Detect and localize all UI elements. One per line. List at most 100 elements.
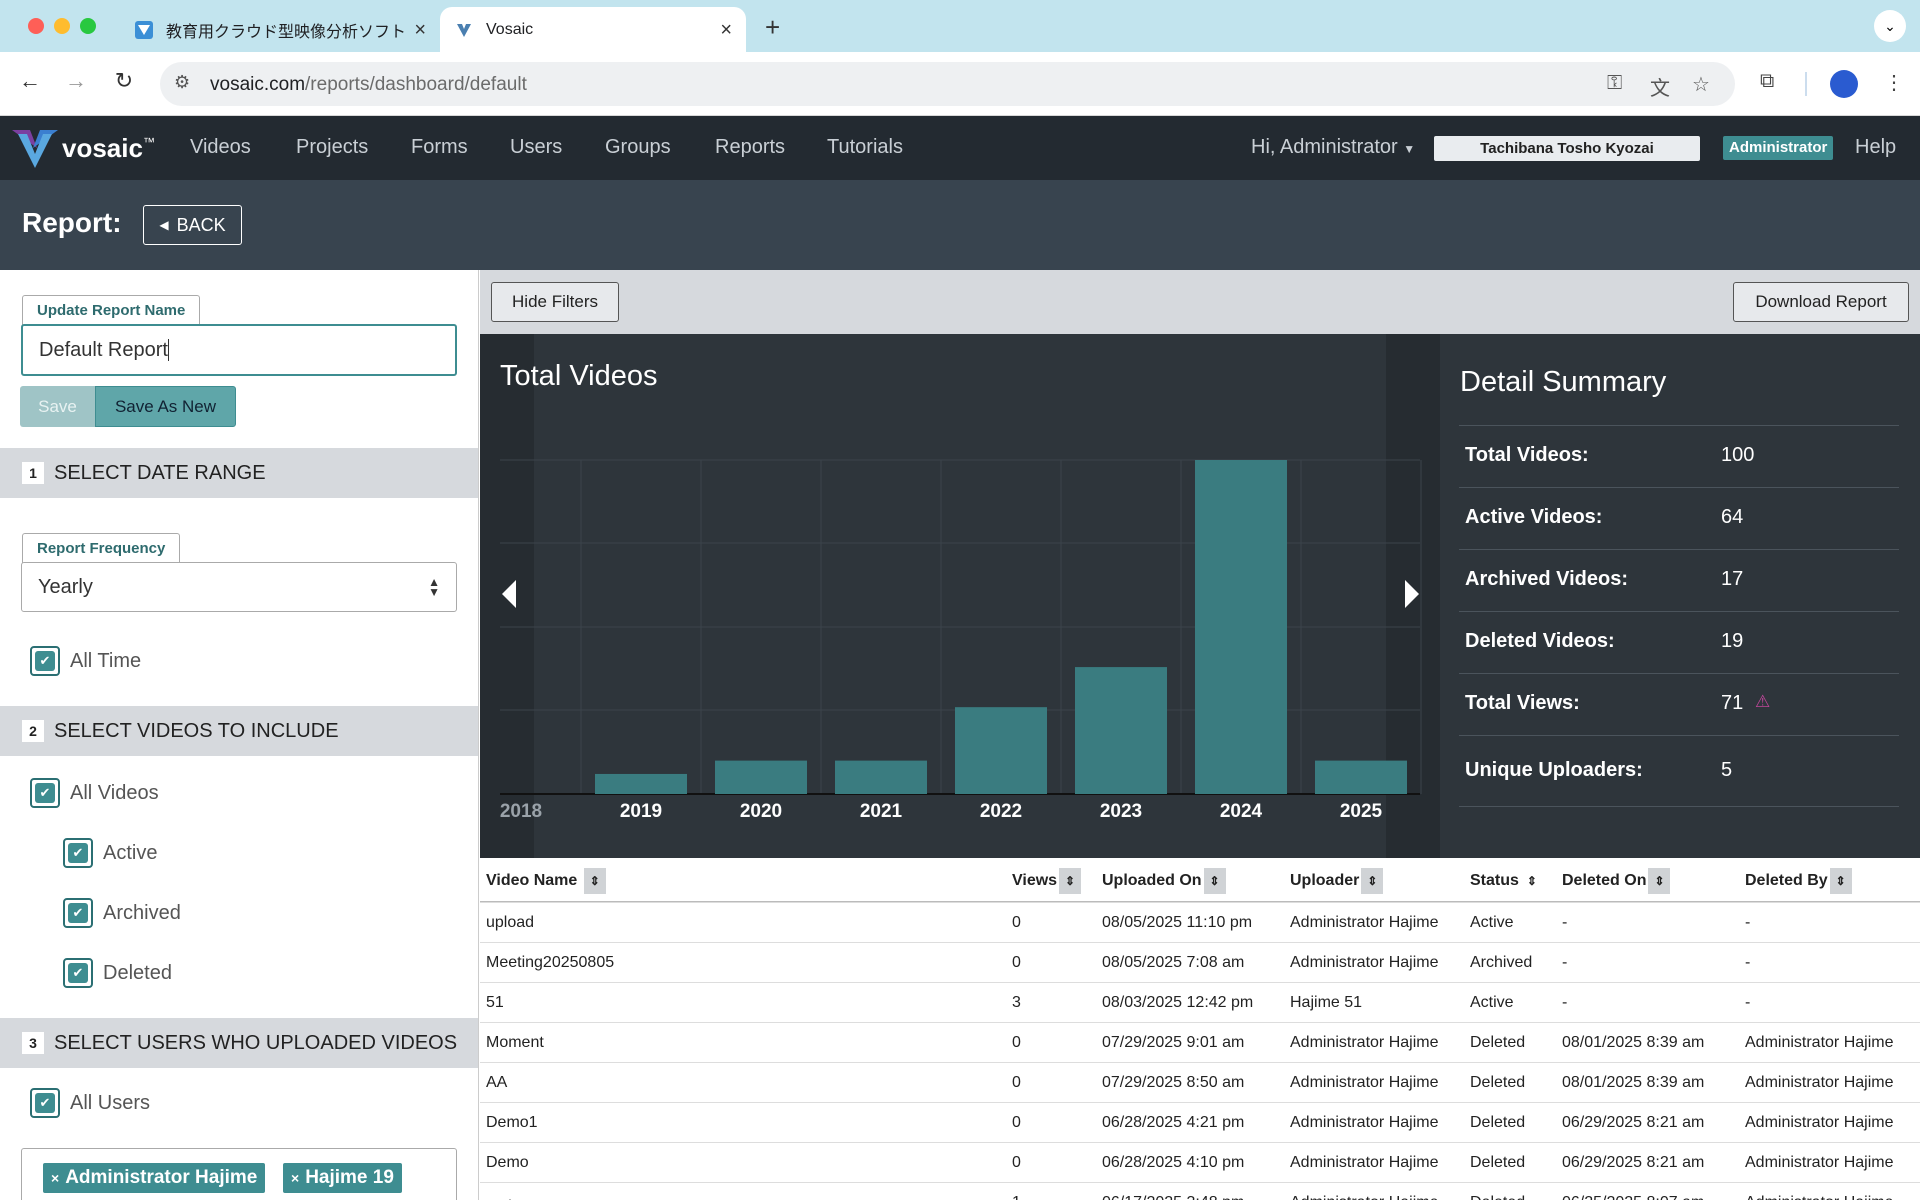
organization-badge[interactable]: Tachibana Tosho Kyozai [1434,136,1700,161]
table-row[interactable]: Moment 0 07/29/2025 9:01 am Administrator H… [480,1022,1920,1062]
th-uploader[interactable]: Uploader ⇕ [1290,868,1384,894]
address-bar[interactable]: ⚙ vosaic.com/reports/dashboard/default ⚿… [160,62,1735,106]
summary-value: 100 [1721,444,1755,466]
chart-bar-2021[interactable] [835,760,927,794]
all-users-checkbox[interactable]: ✔ All Users [30,1088,150,1118]
sort-icon[interactable]: ⇕ [1648,868,1671,894]
back-arrow-icon[interactable]: ← [14,68,46,94]
close-tab-icon[interactable]: × [720,20,732,40]
bookmark-star-icon[interactable]: ☆ [1692,72,1710,97]
active-checkbox[interactable]: ✔ Active [63,838,157,868]
table-cell: upload [486,914,535,931]
th-video-name[interactable]: Video Name ⇕ [486,868,606,894]
user-chip[interactable]: × Hajime 19 [283,1163,402,1193]
table-row[interactable]: Demo1 0 06/28/2025 4:21 pm Administrator Ha… [480,1102,1920,1142]
th-deleted-by[interactable]: Deleted By ⇕ [1745,868,1852,894]
remove-chip-icon[interactable]: × [51,1170,59,1186]
table-row[interactable]: Demo 0 06/28/2025 4:10 pm Administrator Haj… [480,1142,1920,1182]
profile-avatar[interactable] [1830,70,1858,98]
table-cell: Deleted [1470,1114,1526,1131]
reload-icon[interactable]: ↻ [108,68,140,94]
tab-search-chevron-icon[interactable]: ⌄ [1874,10,1906,42]
table-cell: 1 [1012,1194,1021,1200]
chart-bar-2025[interactable] [1315,760,1407,794]
password-key-icon[interactable]: ⚿ [1607,72,1622,95]
nav-tutorials[interactable]: Tutorials [827,136,903,159]
sort-icon[interactable]: ⇕ [1829,868,1852,894]
table-cell: Meeting20250805 [486,954,615,971]
close-tab-icon[interactable]: × [414,20,426,40]
sort-icon[interactable]: ⇕ [1521,868,1543,894]
table-cell: 06/17/2025 3:48 pm [1102,1194,1244,1200]
caret-down-icon: ▼ [1403,142,1416,156]
nav-reports[interactable]: Reports [715,136,785,159]
chart-bar-2020[interactable] [715,760,807,794]
browser-menu-icon[interactable]: ⋮ [1884,70,1904,95]
table-row[interactable]: 51 3 08/03/2025 12:42 pm Hajime 51 Active - - [480,982,1920,1022]
nav-groups[interactable]: Groups [605,136,671,159]
th-uploaded-on[interactable]: Uploaded On ⇕ [1102,868,1226,894]
user-menu[interactable]: Hi, Administrator ▼ [1251,136,1415,159]
nav-forms[interactable]: Forms [411,136,468,159]
table-cell: 08/01/2025 8:39 am [1562,1074,1705,1091]
browser-tab-title: 教育用クラウド型映像分析ソフト [166,23,406,41]
vosaic-logo[interactable]: vosaic ™ [10,126,155,170]
sort-icon[interactable]: ⇕ [1203,868,1226,894]
extensions-puzzle-icon[interactable]: ⧉ [1760,70,1774,93]
report-name-input[interactable]: Default Report [21,324,457,376]
section-date-range: 1 SELECT DATE RANGE [0,448,478,498]
nav-projects[interactable]: Projects [296,136,368,159]
warning-icon[interactable]: ⚠ [1755,692,1770,712]
download-report-button[interactable]: Download Report [1733,282,1909,322]
th-status[interactable]: Status ⇕ [1470,868,1543,894]
table-row[interactable]: AA 0 07/29/2025 8:50 am Administrator Hajim… [480,1062,1920,1102]
table-cell: 06/29/2025 8:21 am [1562,1114,1705,1131]
maximize-window-button[interactable] [80,18,96,34]
minimize-window-button[interactable] [54,18,70,34]
archived-checkbox[interactable]: ✔ Archived [63,898,181,928]
logo-trademark: ™ [142,135,155,149]
site-info-icon[interactable]: ⚙ [174,72,190,93]
nav-users[interactable]: Users [510,136,562,159]
sort-icon[interactable]: ⇕ [583,868,606,894]
summary-row: Unique Uploaders: 5 [1459,735,1899,807]
back-button[interactable]: ◀ BACK [143,205,242,245]
all-videos-checkbox[interactable]: ✔ All Videos [30,778,159,808]
all-time-checkbox[interactable]: ✔ All Time [30,646,141,676]
translate-icon[interactable]: 文 [1650,72,1670,101]
chart-bar-2019[interactable] [595,773,687,794]
nav-help[interactable]: Help [1855,136,1896,159]
sort-icon[interactable]: ⇕ [1361,868,1384,894]
table-row[interactable]: Meeting20250805 0 08/05/2025 7:08 am Admini… [480,942,1920,982]
chart-tick-label: 2022 [980,801,1022,822]
user-chip[interactable]: × Administrator Hajime [43,1163,266,1193]
checkbox-box: ✔ [63,838,93,868]
new-tab-icon[interactable]: + [765,12,780,43]
chart-bar-2023[interactable] [1075,667,1167,794]
table-cell: Administrator Hajime [1290,1034,1439,1051]
browser-tab-1[interactable]: 教育用クラウド型映像分析ソフト × [120,7,440,52]
save-button[interactable]: Save [20,386,95,427]
deleted-checkbox[interactable]: ✔ Deleted [63,958,172,988]
th-views[interactable]: Views ⇕ [1012,868,1082,894]
hide-filters-button[interactable]: Hide Filters [491,282,619,322]
report-frequency-select[interactable]: Yearly ▲ ▼ [21,562,457,612]
close-window-button[interactable] [28,18,44,34]
th-deleted-on[interactable]: Deleted On ⇕ [1562,868,1671,894]
table-row[interactable]: 日本オフェンス 1 06/17/2025 3:48 pm Administrator … [480,1182,1920,1200]
table-row[interactable]: upload 0 08/05/2025 11:10 pm Administrator … [480,902,1920,942]
forward-arrow-icon[interactable]: → [60,68,92,94]
chart-bar-2024[interactable] [1195,460,1287,794]
browser-tab-2[interactable]: Vosaic × [440,7,746,52]
table-cell: Deleted [1470,1194,1525,1200]
table-cell: 3 [1012,994,1021,1011]
vosaic-favicon-icon [454,20,474,40]
address-url[interactable]: vosaic.com/reports/dashboard/default [210,74,527,96]
remove-chip-icon[interactable]: × [291,1170,299,1186]
nav-videos[interactable]: Videos [190,136,251,159]
save-as-new-button[interactable]: Save As New [95,386,236,427]
chart-bar-2022[interactable] [955,707,1047,794]
sort-icon[interactable]: ⇕ [1059,868,1082,894]
table-cell: Archived [1470,954,1533,971]
checkbox-label: All Users [70,1091,151,1114]
